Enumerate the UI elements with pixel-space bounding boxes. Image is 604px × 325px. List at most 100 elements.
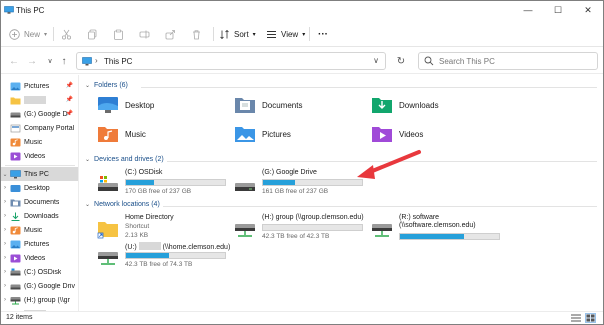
chevron-right-icon[interactable]: › [1, 241, 9, 247]
group-divider [163, 206, 597, 207]
command-bar: New ▾ Sort ▾ View ▾ ··· [1, 21, 603, 47]
nav-item-group-drive[interactable]: › (H:) group (\\gr [1, 293, 78, 307]
search-box[interactable] [418, 52, 598, 70]
recent-locations-button[interactable]: ∨ [43, 54, 57, 68]
sort-label: Sort [234, 29, 249, 39]
search-icon [424, 56, 434, 66]
content-pane: ⌄ Folders (6) Desktop Documents Download… [81, 75, 603, 311]
nav-item-documents[interactable]: › Documents [1, 195, 78, 209]
folder-tile-desktop[interactable]: Desktop [97, 92, 237, 118]
redacted-label [138, 242, 161, 250]
chevron-right-icon[interactable]: › [1, 269, 9, 275]
chevron-right-icon[interactable]: › [1, 227, 9, 233]
pin-icon: 📌 [65, 97, 73, 103]
cut-icon [61, 29, 72, 40]
pictures-icon [9, 239, 21, 249]
nav-item-downloads[interactable]: › Downloads [1, 209, 78, 223]
close-button[interactable]: ✕ [573, 1, 603, 19]
rename-button[interactable] [139, 25, 150, 43]
refresh-button[interactable]: ↻ [394, 54, 408, 68]
redacted-label [24, 96, 46, 104]
chevron-right-icon[interactable]: › [1, 283, 9, 289]
documents-icon [234, 95, 256, 115]
network-drive-icon [9, 295, 21, 305]
chevron-right-icon[interactable]: › [1, 199, 9, 205]
folder-tile-videos[interactable]: Videos [371, 121, 511, 147]
nav-item-company-portal[interactable]: Company Portal [1, 121, 78, 135]
drive-tile-c[interactable]: (C:) OSDisk 170 GB free of 237 GB [97, 169, 237, 199]
network-tile-h-group[interactable]: (H:) group (\\group.clemson.edu) 42.3 TB… [234, 214, 374, 244]
nav-item-os-disk[interactable]: › (C:) OSDisk [1, 265, 78, 279]
nav-item-redacted-folder[interactable]: 📌 [1, 93, 78, 107]
desktop-icon [9, 183, 21, 193]
nav-item-music[interactable]: › Music [1, 223, 78, 237]
nav-item-music[interactable]: Music [1, 135, 78, 149]
pin-icon: 📌 [65, 83, 73, 89]
maximize-button[interactable]: ☐ [543, 1, 573, 19]
nav-item-pictures-pinned[interactable]: Pictures 📌 [1, 79, 78, 93]
copy-button[interactable] [87, 25, 98, 43]
chevron-right-icon[interactable]: › [1, 255, 9, 261]
new-button[interactable]: New ▾ [9, 25, 47, 43]
nav-item-google-drive[interactable]: › (G:) Google Driv [1, 279, 78, 293]
os-drive-icon [98, 176, 118, 191]
paste-button[interactable] [113, 25, 124, 43]
new-plus-icon [9, 28, 20, 40]
address-bar[interactable]: › This PC ∨ [76, 52, 386, 70]
nav-item-pictures[interactable]: › Pictures [1, 237, 78, 251]
folders-group-header[interactable]: ⌄ Folders (6) [85, 82, 128, 89]
details-view-icon [571, 314, 581, 322]
folder-tile-downloads[interactable]: Downloads [371, 92, 511, 118]
folder-tile-music[interactable]: Music [97, 121, 237, 147]
view-button[interactable]: View ▾ [266, 25, 305, 43]
chevron-right-icon[interactable]: › [1, 213, 9, 219]
nav-item-videos[interactable]: › Videos [1, 251, 78, 265]
folder-tile-documents[interactable]: Documents [234, 92, 374, 118]
sort-button[interactable]: Sort ▾ [219, 25, 256, 43]
nav-item-desktop[interactable]: › Desktop [1, 181, 78, 195]
downloads-icon [371, 95, 393, 115]
videos-icon [9, 151, 21, 161]
file-explorer-window: This PC — ☐ ✕ New ▾ Sort ▾ View ▾ ··· ← … [0, 0, 604, 325]
copy-icon [88, 29, 97, 39]
chevron-right-icon[interactable]: › [1, 297, 9, 303]
nav-item-videos[interactable]: Videos [1, 149, 78, 163]
this-pc-icon [9, 169, 21, 179]
videos-icon [371, 124, 393, 144]
details-view-button[interactable] [571, 314, 581, 322]
more-options-button[interactable]: ··· [318, 25, 328, 43]
breadcrumb-chevron-icon[interactable]: › [95, 56, 98, 65]
folder-tile-pictures[interactable]: Pictures [234, 121, 374, 147]
chevron-down-icon: ▾ [302, 31, 306, 38]
new-label: New [24, 29, 41, 39]
network-tile-u-home[interactable]: (U:) (\\home.clemson.edu) 42.3 TB free o… [97, 242, 237, 272]
network-tile-r-software[interactable]: (R:) software (\\software.clemson.edu) [371, 214, 511, 244]
chevron-down-icon: ▾ [44, 31, 48, 38]
network-tile-home-directory[interactable]: Home Directory Shortcut 2.13 KB [97, 214, 237, 244]
os-drive-icon [9, 267, 21, 277]
up-button[interactable]: ↑ [57, 54, 71, 68]
forward-button[interactable]: → [25, 54, 39, 68]
address-dropdown-icon[interactable]: ∨ [373, 56, 379, 65]
nav-item-google-drive-pinned[interactable]: (G:) Google D 📌 [1, 107, 78, 121]
search-input[interactable] [439, 55, 589, 67]
share-button[interactable] [165, 25, 176, 43]
minimize-button[interactable]: — [513, 1, 543, 19]
chevron-right-icon[interactable]: › [1, 185, 9, 191]
expanded-chevron-icon[interactable]: ⌄ [1, 171, 9, 178]
drives-group-header[interactable]: ⌄ Devices and drives (2) [85, 156, 164, 163]
drive-icon [9, 109, 21, 119]
delete-button[interactable] [191, 25, 202, 43]
chevron-down-icon: ⌄ [85, 157, 91, 163]
breadcrumb-this-pc[interactable]: This PC [104, 57, 132, 66]
music-icon [9, 225, 21, 235]
drive-icon [9, 281, 21, 291]
cut-button[interactable] [61, 25, 72, 43]
nav-item-this-pc[interactable]: ⌄ This PC [1, 167, 78, 181]
company-portal-icon [9, 123, 21, 133]
network-group-header[interactable]: ⌄ Network locations (4) [85, 201, 160, 208]
divider [309, 27, 310, 41]
back-button[interactable]: ← [7, 54, 21, 68]
tiles-view-button[interactable] [585, 313, 596, 323]
videos-icon [9, 253, 21, 263]
